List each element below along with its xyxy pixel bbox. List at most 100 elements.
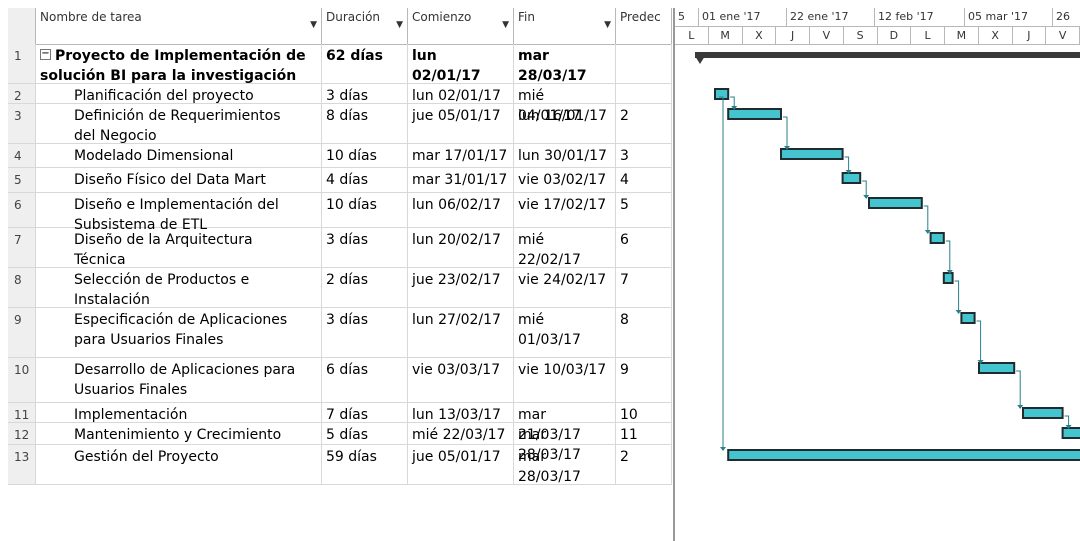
task-name[interactable]: Diseño e Implementación del Subsistema de… <box>36 193 322 233</box>
row-id[interactable]: 8 <box>8 268 36 307</box>
task-predecessors[interactable]: 8 <box>616 308 672 357</box>
task-duration[interactable]: 3 días <box>322 308 408 357</box>
task-end[interactable]: mar 28/03/17 <box>514 44 616 84</box>
row-id[interactable]: 4 <box>8 144 36 167</box>
task-predecessors[interactable] <box>616 44 672 83</box>
task-name[interactable]: Planificación del proyecto <box>36 84 322 104</box>
table-row[interactable]: 8 Selección de Productos e Instalación 2 dí… <box>8 268 672 308</box>
task-bar[interactable] <box>1022 407 1064 419</box>
task-bar[interactable] <box>727 108 782 120</box>
task-end[interactable]: vie 03/02/17 <box>514 168 616 192</box>
filter-dropdown-icon[interactable]: ▼ <box>310 16 317 34</box>
table-row[interactable]: 5 Diseño Físico del Data Mart 4 días mar 31… <box>8 168 672 193</box>
task-predecessors[interactable]: 10 <box>616 403 672 423</box>
task-bar[interactable] <box>868 197 923 209</box>
table-row[interactable]: 10 Desarrollo de Aplicaciones para Usuario… <box>8 358 672 403</box>
task-duration[interactable]: 8 días <box>322 104 408 143</box>
table-row[interactable]: 13 Gestión del Proyecto 59 días jue 05/01/1… <box>8 445 672 485</box>
task-end[interactable]: mar 21/03/17 <box>514 403 616 443</box>
filter-dropdown-icon[interactable]: ▼ <box>604 16 611 34</box>
task-bar[interactable] <box>978 362 1016 374</box>
header-start[interactable]: Comienzo ▼ <box>408 8 514 44</box>
task-predecessors[interactable]: 2 <box>616 445 672 484</box>
task-name[interactable]: Especificación de Aplicaciones para Usuar… <box>36 308 322 357</box>
row-id[interactable]: 11 <box>8 403 36 422</box>
collapse-icon[interactable]: − <box>40 49 51 60</box>
task-duration[interactable]: 2 días <box>322 268 408 307</box>
task-start[interactable]: jue 05/01/17 <box>408 104 514 143</box>
row-id[interactable]: 3 <box>8 104 36 143</box>
table-row[interactable]: 7 Diseño de la Arquitectura Técnica 3 días l… <box>8 228 672 268</box>
row-id[interactable]: 13 <box>8 445 36 484</box>
task-duration[interactable]: 4 días <box>322 168 408 192</box>
task-duration[interactable]: 7 días <box>322 403 408 423</box>
task-predecessors[interactable]: 7 <box>616 268 672 307</box>
task-name[interactable]: Mantenimiento y Crecimiento <box>36 423 322 444</box>
task-duration[interactable]: 62 días <box>322 44 408 83</box>
task-duration[interactable]: 6 días <box>322 358 408 402</box>
task-name[interactable]: − Proyecto de Implementación de solución B… <box>36 44 322 84</box>
task-duration[interactable]: 3 días <box>322 228 408 267</box>
task-name[interactable]: Diseño de la Arquitectura Técnica <box>36 228 322 268</box>
header-id[interactable] <box>8 8 36 44</box>
task-predecessors[interactable] <box>616 84 672 103</box>
task-end[interactable]: mié 04/01/17 <box>514 84 616 124</box>
task-predecessors[interactable]: 2 <box>616 104 672 143</box>
task-end[interactable]: lun 16/01/17 <box>514 104 616 143</box>
task-start[interactable]: lun 27/02/17 <box>408 308 514 357</box>
task-name[interactable]: Gestión del Proyecto <box>36 445 322 484</box>
task-start[interactable]: lun 02/01/17 <box>408 44 514 84</box>
filter-dropdown-icon[interactable]: ▼ <box>396 16 403 34</box>
task-end[interactable]: lun 30/01/17 <box>514 144 616 167</box>
task-predecessors[interactable]: 11 <box>616 423 672 444</box>
row-id[interactable]: 7 <box>8 228 36 267</box>
task-bar[interactable] <box>929 232 945 244</box>
task-bar[interactable] <box>841 172 862 184</box>
row-id[interactable]: 12 <box>8 423 36 444</box>
task-end[interactable]: mié 22/02/17 <box>514 228 616 268</box>
table-row[interactable]: 4 Modelado Dimensional 10 días mar 17/01/17… <box>8 144 672 168</box>
task-name[interactable]: Modelado Dimensional <box>36 144 322 167</box>
task-predecessors[interactable]: 4 <box>616 168 672 192</box>
header-end[interactable]: Fin ▼ <box>514 8 616 44</box>
task-duration[interactable]: 3 días <box>322 84 408 104</box>
table-row[interactable]: 6 Diseño e Implementación del Subsistema d… <box>8 193 672 233</box>
summary-bar[interactable] <box>695 52 1080 58</box>
task-duration[interactable]: 5 días <box>322 423 408 444</box>
task-duration[interactable]: 10 días <box>322 193 408 227</box>
task-start[interactable]: lun 20/02/17 <box>408 228 514 267</box>
table-row[interactable]: 1− Proyecto de Implementación de solución … <box>8 44 672 84</box>
header-predecessors[interactable]: Predec <box>616 8 672 44</box>
task-duration[interactable]: 59 días <box>322 445 408 484</box>
task-start[interactable]: mar 17/01/17 <box>408 144 514 167</box>
filter-dropdown-icon[interactable]: ▼ <box>502 16 509 34</box>
task-bar[interactable] <box>942 272 954 284</box>
task-name[interactable]: Selección de Productos e Instalación <box>36 268 322 308</box>
row-id[interactable]: 6 <box>8 193 36 227</box>
task-end[interactable]: mar 28/03/17 <box>514 423 616 463</box>
task-start[interactable]: lun 02/01/17 <box>408 84 514 104</box>
task-predecessors[interactable]: 6 <box>616 228 672 267</box>
row-id[interactable]: 9 <box>8 308 36 357</box>
task-predecessors[interactable]: 5 <box>616 193 672 227</box>
task-name[interactable]: Implementación <box>36 403 322 423</box>
table-row[interactable]: 11 Implementación 7 días lun 13/03/17 mar 21… <box>8 403 672 443</box>
header-task-name[interactable]: Nombre de tarea ▼ <box>36 8 322 44</box>
task-end[interactable]: mar 28/03/17 <box>514 445 616 485</box>
row-id[interactable]: 10 <box>8 358 36 402</box>
row-id[interactable]: 1 <box>8 44 36 83</box>
task-bar[interactable] <box>780 148 844 160</box>
task-start[interactable]: lun 13/03/17 <box>408 403 514 423</box>
task-name[interactable]: Desarrollo de Aplicaciones para Usuarios … <box>36 358 322 402</box>
task-predecessors[interactable]: 9 <box>616 358 672 402</box>
task-predecessors[interactable]: 3 <box>616 144 672 167</box>
task-start[interactable]: mié 22/03/17 <box>408 423 514 444</box>
task-bar[interactable] <box>1061 427 1080 439</box>
task-bar[interactable] <box>727 449 1080 461</box>
task-start[interactable]: jue 05/01/17 <box>408 445 514 484</box>
task-name[interactable]: Definición de Requerimientos del Negocio <box>36 104 322 144</box>
task-duration[interactable]: 10 días <box>322 144 408 167</box>
table-row[interactable]: 2 Planificación del proyecto 3 días lun 02/… <box>8 84 672 124</box>
task-end[interactable]: vie 24/02/17 <box>514 268 616 307</box>
table-row[interactable]: 3 Definición de Requerimientos del Negocio… <box>8 104 672 144</box>
